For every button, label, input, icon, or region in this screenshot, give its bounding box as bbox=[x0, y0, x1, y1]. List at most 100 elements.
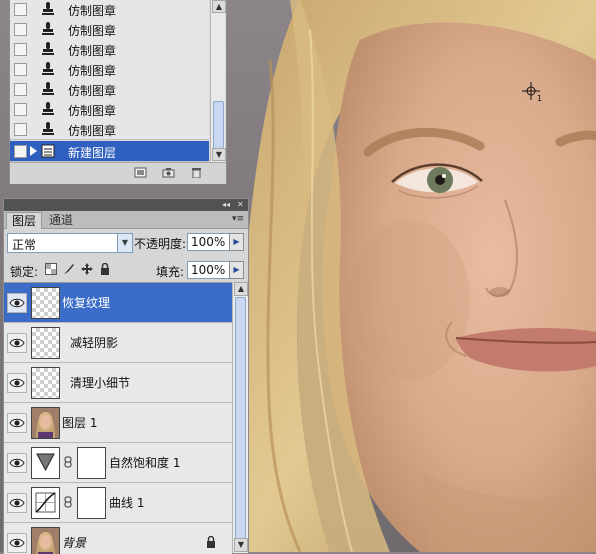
visibility-eye-icon[interactable] bbox=[7, 333, 27, 353]
scroll-down-arrow[interactable]: ▼ bbox=[212, 148, 226, 161]
scroll-up-arrow[interactable]: ▲ bbox=[212, 0, 226, 13]
layer-name[interactable]: 自然饱和度 1 bbox=[109, 454, 180, 471]
clone-stamp-icon bbox=[42, 82, 54, 95]
close-icon[interactable]: ✕ bbox=[237, 199, 244, 211]
snapshot-icon[interactable] bbox=[162, 167, 175, 178]
tab-channels[interactable]: 通道 bbox=[44, 212, 78, 228]
layer-mask-thumbnail[interactable] bbox=[77, 447, 106, 479]
snapshot-source-checkbox[interactable] bbox=[14, 123, 27, 136]
new-layer-icon bbox=[41, 144, 55, 158]
snapshot-source-checkbox[interactable] bbox=[14, 63, 27, 76]
scroll-down-arrow[interactable]: ▼ bbox=[234, 538, 248, 552]
layer-mask-thumbnail[interactable] bbox=[77, 487, 106, 519]
tab-layers[interactable]: 图层 bbox=[6, 212, 43, 229]
blend-mode-value: 正常 bbox=[12, 238, 37, 252]
new-document-from-state-icon[interactable] bbox=[134, 167, 147, 178]
opacity-slider-button[interactable]: ▶ bbox=[229, 233, 244, 251]
clone-stamp-icon bbox=[42, 62, 54, 75]
history-scroll-thumb[interactable] bbox=[213, 101, 224, 153]
history-item[interactable]: 仿制图章 bbox=[10, 59, 209, 80]
curves-adjustment-icon bbox=[31, 487, 60, 519]
history-item[interactable]: 仿制图章 bbox=[10, 19, 209, 40]
visibility-eye-icon[interactable] bbox=[7, 533, 27, 553]
snapshot-source-checkbox[interactable] bbox=[14, 103, 27, 116]
snapshot-source-checkbox[interactable] bbox=[14, 83, 27, 96]
lock-move-icon[interactable] bbox=[81, 263, 93, 275]
lock-label: 锁定: bbox=[10, 265, 39, 279]
fill-input[interactable]: 100% bbox=[187, 261, 232, 279]
layer-row[interactable]: 减轻阴影 bbox=[4, 323, 232, 363]
visibility-eye-icon[interactable] bbox=[7, 493, 27, 513]
layer-name[interactable]: 减轻阴影 bbox=[70, 334, 118, 351]
history-item-label: 仿制图章 bbox=[68, 4, 117, 18]
layers-panel: ◂◂ ✕ 图层 通道 ▾≡ 正常 ▼ 不透明度: 100% ▶ 锁定: 填充: … bbox=[3, 198, 249, 554]
history-item-label: 仿制图章 bbox=[68, 104, 117, 118]
history-item-label: 新建图层 bbox=[68, 146, 117, 160]
snapshot-source-checkbox[interactable] bbox=[14, 3, 27, 16]
lock-icon bbox=[207, 536, 215, 548]
lock-brush-icon[interactable] bbox=[63, 263, 75, 275]
vibrance-adjustment-icon bbox=[31, 447, 60, 479]
layer-name[interactable]: 清理小细节 bbox=[70, 374, 130, 391]
visibility-eye-icon[interactable] bbox=[7, 413, 27, 433]
history-item-label: 仿制图章 bbox=[68, 64, 117, 78]
visibility-eye-icon[interactable] bbox=[7, 373, 27, 393]
mask-link-icon[interactable] bbox=[64, 496, 72, 508]
history-item[interactable]: 仿制图章 bbox=[10, 119, 209, 140]
layer-name[interactable]: 背景 bbox=[62, 534, 86, 551]
snapshot-source-checkbox[interactable] bbox=[14, 23, 27, 36]
history-footer bbox=[10, 162, 226, 184]
layer-row[interactable]: 自然饱和度 1 bbox=[4, 443, 232, 483]
panel-title-bar[interactable]: ◂◂ ✕ bbox=[4, 199, 248, 211]
layer-photo-thumbnail bbox=[31, 527, 60, 554]
layer-row[interactable]: 背景 bbox=[4, 523, 232, 554]
layer-name[interactable]: 曲线 1 bbox=[109, 494, 144, 511]
history-item[interactable]: 仿制图章 bbox=[10, 99, 209, 120]
fill-label: 填充: bbox=[156, 265, 185, 279]
visibility-eye-icon[interactable] bbox=[7, 453, 27, 473]
snapshot-source-checkbox[interactable] bbox=[14, 43, 27, 56]
panel-menu-icon[interactable]: ▾≡ bbox=[232, 214, 244, 224]
chevron-down-icon[interactable]: ▼ bbox=[117, 234, 132, 252]
layer-name[interactable]: 图层 1 bbox=[62, 414, 97, 431]
layers-scroll-thumb[interactable] bbox=[235, 297, 246, 540]
history-scrollbar[interactable]: ▲ ▼ bbox=[210, 0, 226, 162]
layer-thumbnail bbox=[31, 287, 60, 319]
history-item[interactable]: 新建图层 bbox=[10, 141, 209, 162]
clone-source-index: 1 bbox=[537, 94, 543, 103]
layer-row[interactable]: 图层 1 bbox=[4, 403, 232, 443]
layer-name[interactable]: 恢复纹理 bbox=[62, 294, 110, 311]
history-item-label: 仿制图章 bbox=[68, 124, 117, 138]
layer-list: 恢复纹理减轻阴影清理小细节图层 1 自然饱和度 1 曲线 1 背景 bbox=[4, 282, 232, 554]
history-panel: 仿制图章 仿制图章 仿制图章 仿制图章 仿制图章 仿制图章 仿制图章 新建图层 ▲ ▼ bbox=[9, 0, 227, 184]
history-item[interactable]: 仿制图章 bbox=[10, 79, 209, 100]
lock-all-icon[interactable] bbox=[99, 263, 111, 275]
history-item-label: 仿制图章 bbox=[68, 84, 117, 98]
snapshot-source-checkbox[interactable] bbox=[14, 145, 27, 158]
history-item[interactable]: 仿制图章 bbox=[10, 0, 209, 20]
layer-thumbnail bbox=[31, 327, 60, 359]
history-item-label: 仿制图章 bbox=[68, 24, 117, 38]
history-item[interactable]: 仿制图章 bbox=[10, 39, 209, 60]
panel-tabs: 图层 通道 ▾≡ bbox=[4, 211, 248, 229]
blend-mode-select[interactable]: 正常 ▼ bbox=[7, 233, 133, 253]
trash-icon[interactable] bbox=[190, 167, 203, 178]
opacity-input[interactable]: 100% bbox=[187, 233, 232, 251]
scroll-up-arrow[interactable]: ▲ bbox=[234, 282, 248, 296]
layers-scrollbar[interactable]: ▲ ▼ bbox=[232, 282, 248, 553]
clone-stamp-icon bbox=[42, 2, 54, 15]
collapse-icon[interactable]: ◂◂ bbox=[222, 199, 230, 211]
mask-link-icon[interactable] bbox=[64, 456, 72, 468]
clone-stamp-icon bbox=[42, 102, 54, 115]
visibility-eye-icon[interactable] bbox=[7, 293, 27, 313]
history-state-marker-icon bbox=[30, 146, 37, 156]
layer-row[interactable]: 曲线 1 bbox=[4, 483, 232, 523]
fill-slider-button[interactable]: ▶ bbox=[229, 261, 244, 279]
history-item-label: 仿制图章 bbox=[68, 44, 117, 58]
clone-stamp-icon bbox=[42, 22, 54, 35]
layer-thumbnail bbox=[31, 367, 60, 399]
lock-transparent-icon[interactable] bbox=[45, 263, 57, 275]
layer-row[interactable]: 清理小细节 bbox=[4, 363, 232, 403]
layer-row[interactable]: 恢复纹理 bbox=[4, 283, 232, 323]
opacity-label: 不透明度: bbox=[134, 237, 187, 251]
